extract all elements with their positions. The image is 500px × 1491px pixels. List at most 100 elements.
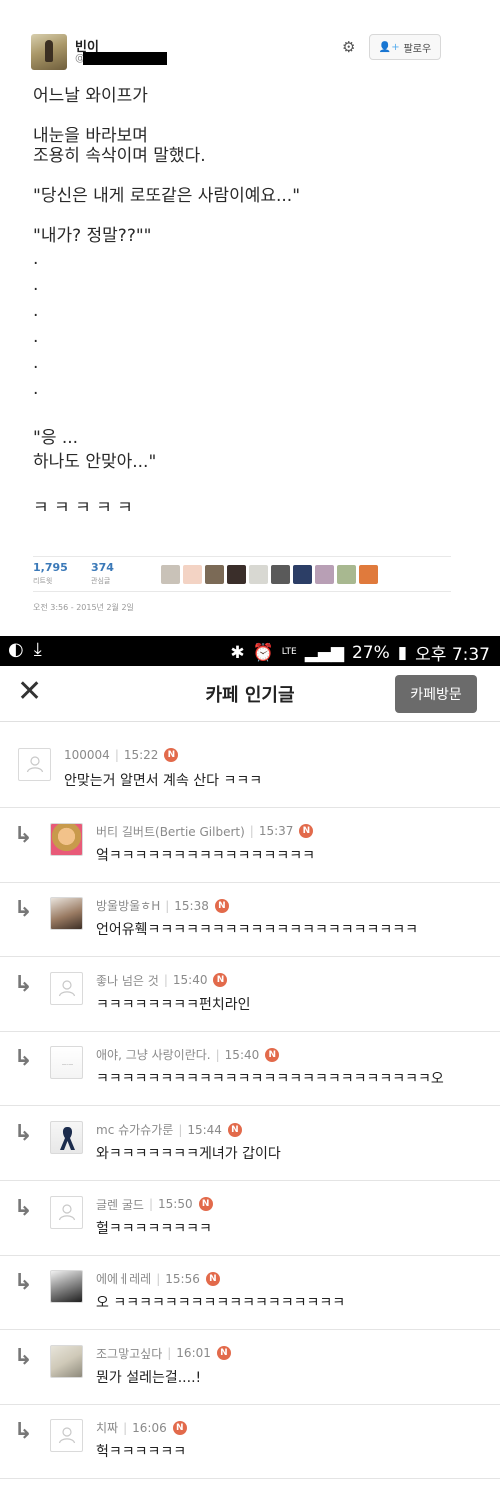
default-user-icon bbox=[26, 756, 44, 773]
meta-separator: | bbox=[123, 1420, 128, 1435]
reply-arrow-icon: ↳ bbox=[14, 1419, 33, 1445]
meta-separator: | bbox=[163, 973, 168, 988]
comment-author[interactable]: 에에ㅔ레레 bbox=[96, 1270, 151, 1287]
tweet-line: 조용히 속삭이며 말했다. bbox=[33, 146, 206, 166]
liker-avatar[interactable] bbox=[249, 565, 268, 584]
signal-icon: ▂▄▆ bbox=[304, 642, 344, 663]
comment-meta: 애야, 그냥 사랑이란다. | 15:40 N bbox=[96, 1046, 280, 1063]
network-type: LTE bbox=[281, 647, 297, 657]
reply-arrow-icon: ↳ bbox=[14, 897, 33, 923]
battery-percent: 27% bbox=[351, 642, 390, 663]
tweet-line bbox=[33, 166, 453, 186]
meta-separator: | bbox=[156, 1271, 161, 1286]
comment-author[interactable]: 버티 길버트(Bertie Gilbert) bbox=[96, 823, 245, 840]
tweet-stats: 1,795 리트윗 374 관심글 bbox=[33, 556, 451, 592]
app-notification-icon: ◐ bbox=[8, 639, 24, 660]
default-user-icon bbox=[58, 1427, 76, 1444]
comment-meta: 조그맣고싶다 | 16:01 N bbox=[96, 1345, 231, 1362]
retweet-label: 리트윗 bbox=[33, 577, 53, 585]
new-badge-icon: N bbox=[205, 1271, 220, 1286]
meta-separator: | bbox=[165, 898, 170, 913]
download-icon: ⤓ bbox=[33, 639, 42, 660]
liker-avatar[interactable] bbox=[359, 565, 378, 584]
comment-item[interactable]: ↳ 글렌 굴드 | 15:50 N 헐ㅋㅋㅋㅋㅋㅋㅋㅋ bbox=[0, 1182, 500, 1256]
new-badge-icon: N bbox=[198, 1197, 213, 1212]
commenter-avatar[interactable] bbox=[50, 1419, 83, 1453]
reply-arrow-icon: ↳ bbox=[14, 822, 33, 848]
like-count[interactable]: 374 관심글 bbox=[91, 561, 114, 586]
like-label: 관심글 bbox=[91, 577, 111, 585]
commenter-avatar[interactable] bbox=[50, 1121, 83, 1154]
tweet-card: 빈이 @ ⚙ 👤+ 팔로우 어느날 와이프가 내눈을 바라보며 조용히 속삭이며… bbox=[17, 14, 463, 619]
comment-item[interactable]: 100004 | 15:22 N 안맞는거 알면서 계속 산다 ㅋㅋㅋ bbox=[0, 734, 500, 808]
comment-author[interactable]: mc 슈가슈가룬 bbox=[96, 1121, 173, 1138]
tweet-line: . bbox=[33, 379, 39, 399]
retweet-number: 1,795 bbox=[33, 561, 68, 574]
redacted-handle-bar bbox=[83, 52, 167, 65]
gear-icon[interactable]: ⚙ bbox=[342, 38, 355, 56]
visit-cafe-button[interactable]: 카페방문 bbox=[395, 675, 477, 713]
comment-time: 15:44 bbox=[187, 1122, 222, 1137]
reply-arrow-icon: ↳ bbox=[14, 1195, 33, 1221]
comment-item[interactable]: ↳ 에에ㅔ레레 | 15:56 N 오 ㅋㅋㅋㅋㅋㅋㅋㅋㅋㅋㅋㅋㅋㅋㅋㅋㅋㅋ bbox=[0, 1256, 500, 1331]
app-header: ✕ 카페 인기글 카페방문 bbox=[0, 666, 500, 722]
liker-avatar[interactable] bbox=[183, 565, 202, 584]
comment-text: 헉ㅋㅋㅋㅋㅋㅋ bbox=[96, 1444, 187, 1461]
comment-author[interactable]: 애야, 그냥 사랑이란다. bbox=[96, 1046, 211, 1063]
commenter-avatar[interactable] bbox=[50, 897, 83, 931]
reply-arrow-icon: ↳ bbox=[14, 1270, 33, 1296]
comment-author[interactable]: 좋나 넘은 것 bbox=[96, 972, 159, 989]
commenter-avatar[interactable] bbox=[50, 971, 83, 1005]
comment-item[interactable]: ↳ 치짜 | 16:06 N 헉ㅋㅋㅋㅋㅋㅋ bbox=[0, 1405, 500, 1480]
comment-text: 헐ㅋㅋㅋㅋㅋㅋㅋㅋ bbox=[96, 1220, 212, 1237]
comment-item[interactable]: ↳ 조그맣고싶다 | 16:01 N 뭔가 설레는걸....! bbox=[0, 1331, 500, 1405]
liker-avatar[interactable] bbox=[337, 565, 356, 584]
tweet-line bbox=[33, 402, 453, 426]
new-badge-icon: N bbox=[227, 1122, 242, 1137]
comment-item[interactable]: ↳ 좋나 넘은 것 | 15:40 N ㅋㅋㅋㅋㅋㅋㅋㅋ펀치라인 bbox=[0, 958, 500, 1032]
comment-meta: 좋나 넘은 것 | 15:40 N bbox=[96, 972, 228, 989]
commenter-avatar[interactable]: —·— bbox=[50, 1046, 83, 1080]
comment-item[interactable]: ↳ —·— 애야, 그냥 사랑이란다. | 15:40 N ㅋㅋㅋㅋㅋㅋㅋㅋㅋㅋㅋㅋㅋㅋㅋㅋ… bbox=[0, 1032, 500, 1107]
comment-text: ㅋㅋㅋㅋㅋㅋㅋㅋㅋㅋㅋㅋㅋㅋㅋㅋㅋㅋㅋㅋㅋㅋㅋㅋㅋㅋ오 bbox=[96, 1071, 444, 1088]
liker-avatar[interactable] bbox=[205, 565, 224, 584]
comment-meta: 치짜 | 16:06 N bbox=[96, 1419, 187, 1436]
liker-avatar[interactable] bbox=[293, 565, 312, 584]
comment-item[interactable]: ↳ mc 슈가슈가룬 | 15:44 N 와ㅋㅋㅋㅋㅋㅋㅋ게녀가 갑이다 bbox=[0, 1107, 500, 1181]
liker-avatar[interactable] bbox=[227, 565, 246, 584]
comment-time: 15:22 bbox=[123, 748, 159, 762]
retweet-count[interactable]: 1,795 리트윗 bbox=[33, 561, 68, 586]
comment-time: 16:06 bbox=[132, 1420, 167, 1435]
comment-time: 15:38 bbox=[174, 898, 209, 913]
liker-avatar[interactable] bbox=[271, 565, 290, 584]
commenter-avatar[interactable] bbox=[50, 1270, 83, 1304]
comment-meta: 버티 길버트(Bertie Gilbert) | 15:37 N bbox=[96, 823, 314, 840]
comment-author[interactable]: 글렌 굴드 bbox=[96, 1196, 144, 1213]
commenter-avatar[interactable] bbox=[18, 748, 51, 781]
comment-author[interactable]: 100004 bbox=[64, 748, 110, 762]
tweet-author-avatar[interactable] bbox=[31, 34, 67, 70]
liker-avatar[interactable] bbox=[315, 565, 334, 584]
tweet-timestamp[interactable]: 오전 3:56 - 2015년 2월 2일 bbox=[33, 602, 134, 613]
comment-item[interactable]: ↳ 방울방울ㅎH | 15:38 N 언어유훽ㅋㅋㅋㅋㅋㅋㅋㅋㅋㅋㅋㅋㅋㅋㅋㅋㅋㅋㅋㅋㅋ bbox=[0, 883, 500, 958]
ribbon-icon bbox=[60, 1127, 75, 1150]
commenter-avatar[interactable] bbox=[50, 822, 83, 856]
commenter-avatar[interactable] bbox=[50, 1195, 83, 1229]
comment-text: 오 ㅋㅋㅋㅋㅋㅋㅋㅋㅋㅋㅋㅋㅋㅋㅋㅋㅋㅋ bbox=[96, 1295, 346, 1312]
tweet-line: "응 ... bbox=[33, 428, 79, 448]
battery-icon: ▮ bbox=[397, 642, 408, 663]
comment-author[interactable]: 방울방울ㅎH bbox=[96, 897, 160, 914]
comment-time: 15:40 bbox=[172, 973, 208, 988]
tweet-line: 어느날 와이프가 bbox=[33, 86, 148, 106]
tweet-line: . bbox=[33, 301, 39, 321]
comment-text: 안맞는거 알면서 계속 산다 ㅋㅋㅋ bbox=[64, 773, 263, 789]
commenter-avatar[interactable] bbox=[50, 1344, 83, 1378]
comment-item[interactable]: ↳ 버티 길버트(Bertie Gilbert) | 15:37 N 엌ㅋㅋㅋㅋㅋㅋㅋㅋㅋ… bbox=[0, 809, 500, 883]
reply-arrow-icon: ↳ bbox=[14, 971, 33, 997]
tweet-line: . bbox=[33, 353, 39, 373]
follow-button[interactable]: 👤+ 팔로우 bbox=[369, 34, 441, 60]
new-badge-icon: N bbox=[265, 1047, 280, 1062]
comment-author[interactable]: 조그맣고싶다 bbox=[96, 1345, 162, 1362]
comment-author[interactable]: 치짜 bbox=[96, 1419, 118, 1436]
liker-avatar[interactable] bbox=[161, 565, 180, 584]
